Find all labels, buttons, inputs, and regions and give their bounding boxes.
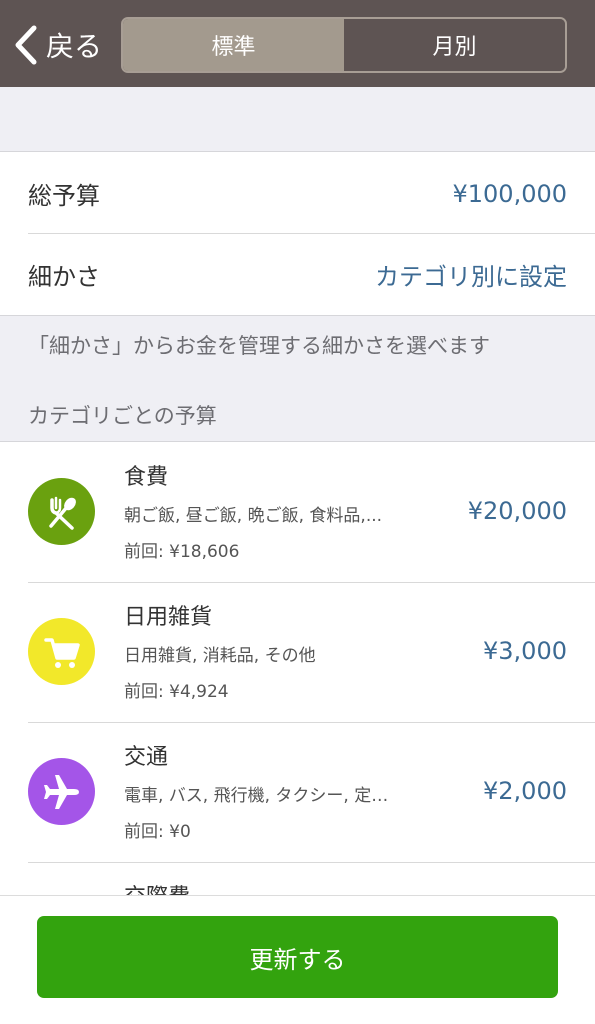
list-item[interactable]: 食費 朝ご飯, 昼ご飯, 晩ご飯, 食料品,... 前回: ¥18,606 ¥2… bbox=[0, 443, 595, 583]
category-previous: 前回: ¥0 bbox=[124, 822, 191, 842]
cart-icon bbox=[28, 618, 95, 685]
category-name: 食費 bbox=[124, 465, 169, 490]
chevron-left-icon bbox=[15, 25, 37, 65]
list-item[interactable]: 日用雑貨 日用雑貨, 消耗品, その他 前回: ¥4,924 ¥3,000 bbox=[0, 583, 595, 723]
total-budget-label: 総予算 bbox=[28, 182, 100, 210]
top-spacer bbox=[0, 87, 595, 152]
granularity-row[interactable]: 細かさ カテゴリ別に設定 bbox=[0, 234, 595, 315]
category-subcategories: 朝ご飯, 昼ご飯, 晩ご飯, 食料品,... bbox=[124, 506, 383, 526]
section-title: カテゴリごとの予算 bbox=[28, 404, 217, 428]
tab-standard[interactable]: 標準 bbox=[123, 19, 344, 71]
granularity-value: カテゴリ別に設定 bbox=[375, 263, 567, 291]
category-subcategories: 電車, バス, 飛行機, タクシー, 定… bbox=[124, 786, 389, 806]
category-name: 交通 bbox=[124, 745, 169, 770]
info-section: 「細かさ」からお金を管理する細かさを選べます カテゴリごとの予算 bbox=[0, 315, 595, 442]
category-amount: ¥2,000 bbox=[483, 777, 567, 805]
list-item[interactable]: 交通 電車, バス, 飛行機, タクシー, 定… 前回: ¥0 ¥2,000 bbox=[0, 723, 595, 863]
category-name: 日用雑貨 bbox=[124, 605, 213, 630]
nav-bar: 戻る 標準 月別 bbox=[0, 0, 595, 87]
tab-monthly[interactable]: 月別 bbox=[344, 19, 565, 71]
hint-text: 「細かさ」からお金を管理する細かさを選べます bbox=[28, 334, 490, 358]
fork-spoon-icon bbox=[28, 478, 95, 545]
back-label: 戻る bbox=[46, 30, 103, 63]
category-name: 交際費 bbox=[124, 879, 190, 895]
footer-bar: 更新する bbox=[0, 895, 595, 1024]
update-button[interactable]: 更新する bbox=[37, 916, 558, 998]
category-previous: 前回: ¥18,606 bbox=[124, 542, 240, 562]
category-amount: ¥3,000 bbox=[483, 637, 567, 665]
category-amount: ¥20,000 bbox=[467, 497, 567, 525]
segmented-control: 標準 月別 bbox=[121, 17, 567, 73]
airplane-icon bbox=[28, 758, 95, 825]
list-item[interactable]: 交際費 bbox=[0, 863, 595, 895]
back-button[interactable]: 戻る bbox=[12, 22, 102, 68]
category-previous: 前回: ¥4,924 bbox=[124, 682, 229, 702]
total-budget-row[interactable]: 総予算 ¥100,000 bbox=[0, 153, 595, 234]
category-subcategories: 日用雑貨, 消耗品, その他 bbox=[124, 646, 316, 666]
total-budget-value: ¥100,000 bbox=[452, 179, 567, 208]
category-list[interactable]: 食費 朝ご飯, 昼ご飯, 晩ご飯, 食料品,... 前回: ¥18,606 ¥2… bbox=[0, 443, 595, 895]
granularity-label: 細かさ bbox=[28, 263, 100, 291]
